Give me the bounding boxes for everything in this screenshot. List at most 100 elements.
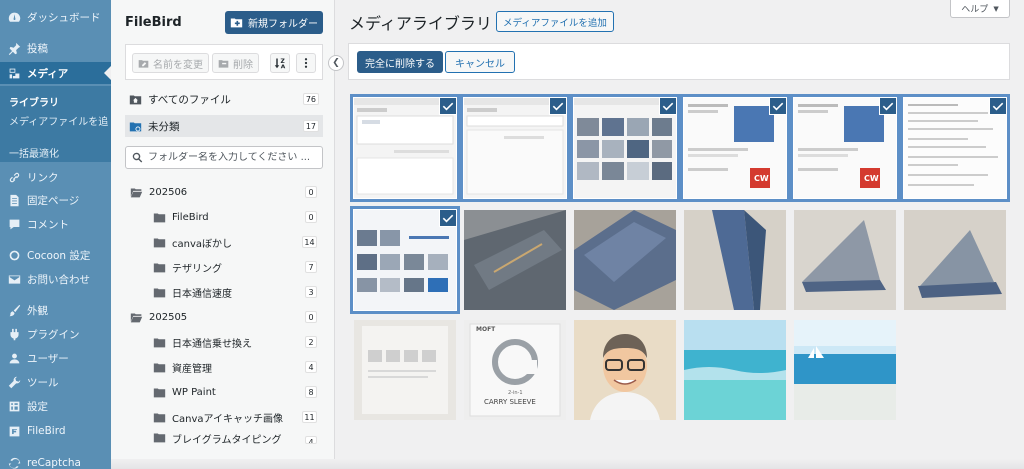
menu-item-posts[interactable]: 投稿 [0, 37, 111, 59]
menu-item-plugins[interactable]: プラグイン [0, 323, 111, 345]
submenu-add-media[interactable]: メディアファイルを追 [9, 113, 108, 128]
media-item[interactable] [794, 320, 896, 420]
folder-row[interactable]: WP Paint [153, 381, 216, 403]
media-item[interactable]: CW [794, 98, 896, 198]
menu-item-pages[interactable]: 固定ページ [0, 189, 111, 211]
menu-item-contact[interactable]: お問い合わせ [0, 268, 111, 290]
menu-item-users[interactable]: ユーザー [0, 347, 111, 369]
folder-row[interactable]: 202506 [130, 181, 187, 203]
menu-item-recaptcha[interactable]: reCaptcha [0, 452, 111, 469]
kebab-icon [304, 58, 308, 68]
folder-search-input[interactable] [148, 152, 318, 163]
checkmark-icon [442, 102, 454, 111]
all-files-count: 76 [302, 93, 319, 105]
media-item[interactable] [904, 98, 1006, 198]
new-folder-button[interactable]: 新規フォルダー [225, 11, 323, 34]
sort-button[interactable] [270, 53, 290, 73]
filebird-icon [7, 424, 21, 438]
checkmark-icon [772, 102, 784, 111]
checkmark-icon [442, 214, 454, 223]
media-submenu: ライブラリ メディアファイルを追 一括最適化 [0, 86, 111, 162]
all-files-folder[interactable]: すべてのファイル 76 [125, 88, 323, 110]
menu-item-tools[interactable]: ツール [0, 371, 111, 393]
media-item[interactable] [904, 210, 1006, 310]
menu-item-cocoon[interactable]: Cocoon 設定 [0, 244, 111, 266]
folder-label: WP Paint [172, 386, 216, 398]
uncategorized-label: 未分類 [148, 120, 180, 133]
delete-permanently-button[interactable]: 完全に削除する [357, 51, 443, 73]
folder-row[interactable]: Canvaアイキャッチ画像 [153, 406, 283, 428]
folder-row[interactable]: 資産管理 [153, 356, 212, 378]
media-item[interactable] [464, 210, 566, 310]
menu-item-filebird[interactable]: FileBird [0, 420, 111, 442]
media-item[interactable] [574, 98, 676, 198]
menu-item-label: reCaptcha [27, 457, 81, 469]
help-tab[interactable]: ヘルプ ▼ [950, 0, 1010, 18]
folder-row[interactable]: 日本通信乗せ換え [153, 331, 252, 353]
collapse-panel-button[interactable]: ❮ [328, 55, 344, 71]
menu-item-label: 設定 [27, 400, 48, 413]
folder-delete-icon [218, 59, 229, 68]
menu-item-comments[interactable]: コメント [0, 213, 111, 235]
media-item[interactable] [684, 210, 786, 310]
tile-sub-text: 2-in-1 [508, 390, 523, 396]
uncategorized-folder[interactable]: 未分類 17 [125, 115, 323, 137]
media-item[interactable]: MOFT 2-in-1 CARRY SLEEVE [464, 320, 566, 420]
new-folder-label: 新規フォルダー [248, 19, 318, 30]
folder-row[interactable]: 202505 [130, 306, 187, 328]
page-icon [7, 193, 21, 207]
sort-icon [274, 58, 286, 69]
menu-item-dashboard[interactable]: ダッシュボード [0, 6, 111, 28]
submenu-library[interactable]: ライブラリ [9, 94, 59, 109]
uncategorized-folder-icon [129, 120, 142, 133]
uncategorized-count: 17 [302, 120, 319, 132]
media-item[interactable] [574, 320, 676, 420]
cancel-button[interactable]: キャンセル [445, 51, 515, 73]
selected-check[interactable] [439, 98, 456, 115]
recaptcha-icon [7, 456, 21, 469]
folder-count: 3 [305, 286, 317, 298]
folder-count: 4 [305, 361, 317, 373]
media-item[interactable] [354, 320, 456, 420]
thumbnail-photo-laptop-stand [904, 210, 1006, 310]
selected-check[interactable] [439, 210, 456, 227]
submenu-bulk-optimize[interactable]: 一括最適化 [9, 145, 59, 160]
more-options-button[interactable] [296, 53, 316, 73]
menu-item-label: ユーザー [27, 352, 69, 365]
media-item[interactable] [354, 210, 456, 310]
folder-label: テザリング [172, 263, 222, 275]
pin-icon [7, 41, 21, 55]
chevron-left-icon: ❮ [332, 58, 340, 68]
folder-row[interactable]: FileBird [153, 206, 209, 228]
media-item[interactable]: CW [684, 98, 786, 198]
selected-check[interactable] [989, 98, 1006, 115]
search-icon [132, 152, 143, 163]
rename-button[interactable]: 名前を変更 [132, 53, 209, 73]
folder-row[interactable]: canvaぼかし [153, 231, 232, 253]
admin-sidebar: ダッシュボード 投稿 メディア ライブラリ メディアファイルを追 一括最適化 リ… [0, 0, 111, 469]
folder-row[interactable]: 日本通信速度 [153, 281, 232, 303]
menu-item-settings[interactable]: 設定 [0, 395, 111, 417]
add-media-button[interactable]: メディアファイルを追加 [496, 11, 614, 32]
menu-item-links[interactable]: リンク [0, 166, 111, 188]
media-item[interactable] [684, 320, 786, 420]
selected-check[interactable] [549, 98, 566, 115]
folder-label: 資産管理 [172, 363, 212, 375]
folder-count: 0 [305, 186, 317, 198]
selected-check[interactable] [659, 98, 676, 115]
folder-search[interactable] [125, 146, 323, 169]
media-item[interactable] [464, 98, 566, 198]
selected-check[interactable] [769, 98, 786, 115]
selected-check[interactable] [879, 98, 896, 115]
folder-row[interactable]: ブレイグラムタイピング [153, 431, 282, 445]
folder-row[interactable]: テザリング [153, 256, 222, 278]
media-item[interactable] [794, 210, 896, 310]
media-item[interactable] [354, 98, 456, 198]
caret-down-icon: ▼ [993, 4, 999, 13]
folder-count: 14 [302, 236, 317, 248]
media-item[interactable] [574, 210, 676, 310]
delete-button[interactable]: 削除 [212, 53, 259, 73]
menu-item-media[interactable]: メディア [0, 62, 111, 84]
menu-item-appearance[interactable]: 外観 [0, 299, 111, 321]
thumbnail-photo-laptop-stand [794, 210, 896, 310]
